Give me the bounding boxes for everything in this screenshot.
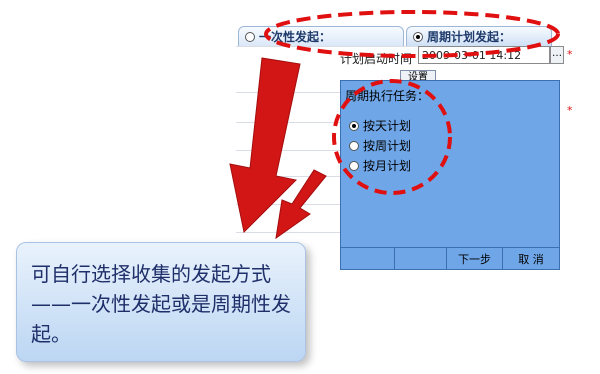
panel-footer: 下一步 取 消	[341, 247, 559, 270]
periodic-task-panel: 周期执行任务： 按天计划 按周计划 按月计划 下一步 取 消	[340, 80, 560, 270]
option-monthly-label: 按月计划	[363, 159, 412, 173]
tab-periodic-label: 周期计划发起：	[427, 30, 512, 44]
option-daily[interactable]: 按天计划	[349, 117, 411, 134]
radio-one-time[interactable]	[245, 31, 255, 42]
footer-cell	[395, 248, 447, 270]
radio-daily[interactable]	[349, 120, 359, 131]
start-time-field[interactable]: 2009-03-01 14:12	[418, 46, 550, 64]
option-daily-label: 按天计划	[363, 119, 412, 133]
start-time-label: 计划启动时间	[340, 52, 413, 66]
panel-title: 周期执行任务：	[345, 89, 430, 103]
cancel-button[interactable]: 取 消	[503, 248, 559, 270]
footer-cell	[341, 248, 395, 270]
required-mark: *	[567, 104, 573, 117]
tab-periodic[interactable]: 周期计划发起：	[406, 26, 552, 46]
option-weekly-label: 按周计划	[363, 139, 412, 153]
radio-monthly[interactable]	[349, 160, 359, 171]
radio-weekly[interactable]	[349, 140, 359, 151]
tab-one-time[interactable]: 一次性发起：	[238, 26, 404, 46]
option-monthly[interactable]: 按月计划	[349, 157, 411, 174]
option-weekly[interactable]: 按周计划	[349, 137, 411, 154]
callout-box: 可自行选择收集的发起方式——一次性发起或是周期性发起。	[16, 242, 306, 362]
tab-one-time-label: 一次性发起：	[259, 30, 332, 44]
callout-text: 可自行选择收集的发起方式——一次性发起或是周期性发起。	[31, 262, 291, 346]
date-picker-button[interactable]: …	[550, 46, 564, 64]
radio-periodic[interactable]	[413, 31, 423, 42]
next-button[interactable]: 下一步	[447, 248, 503, 270]
required-mark: *	[567, 48, 573, 61]
big-arrow-icon	[229, 57, 301, 234]
